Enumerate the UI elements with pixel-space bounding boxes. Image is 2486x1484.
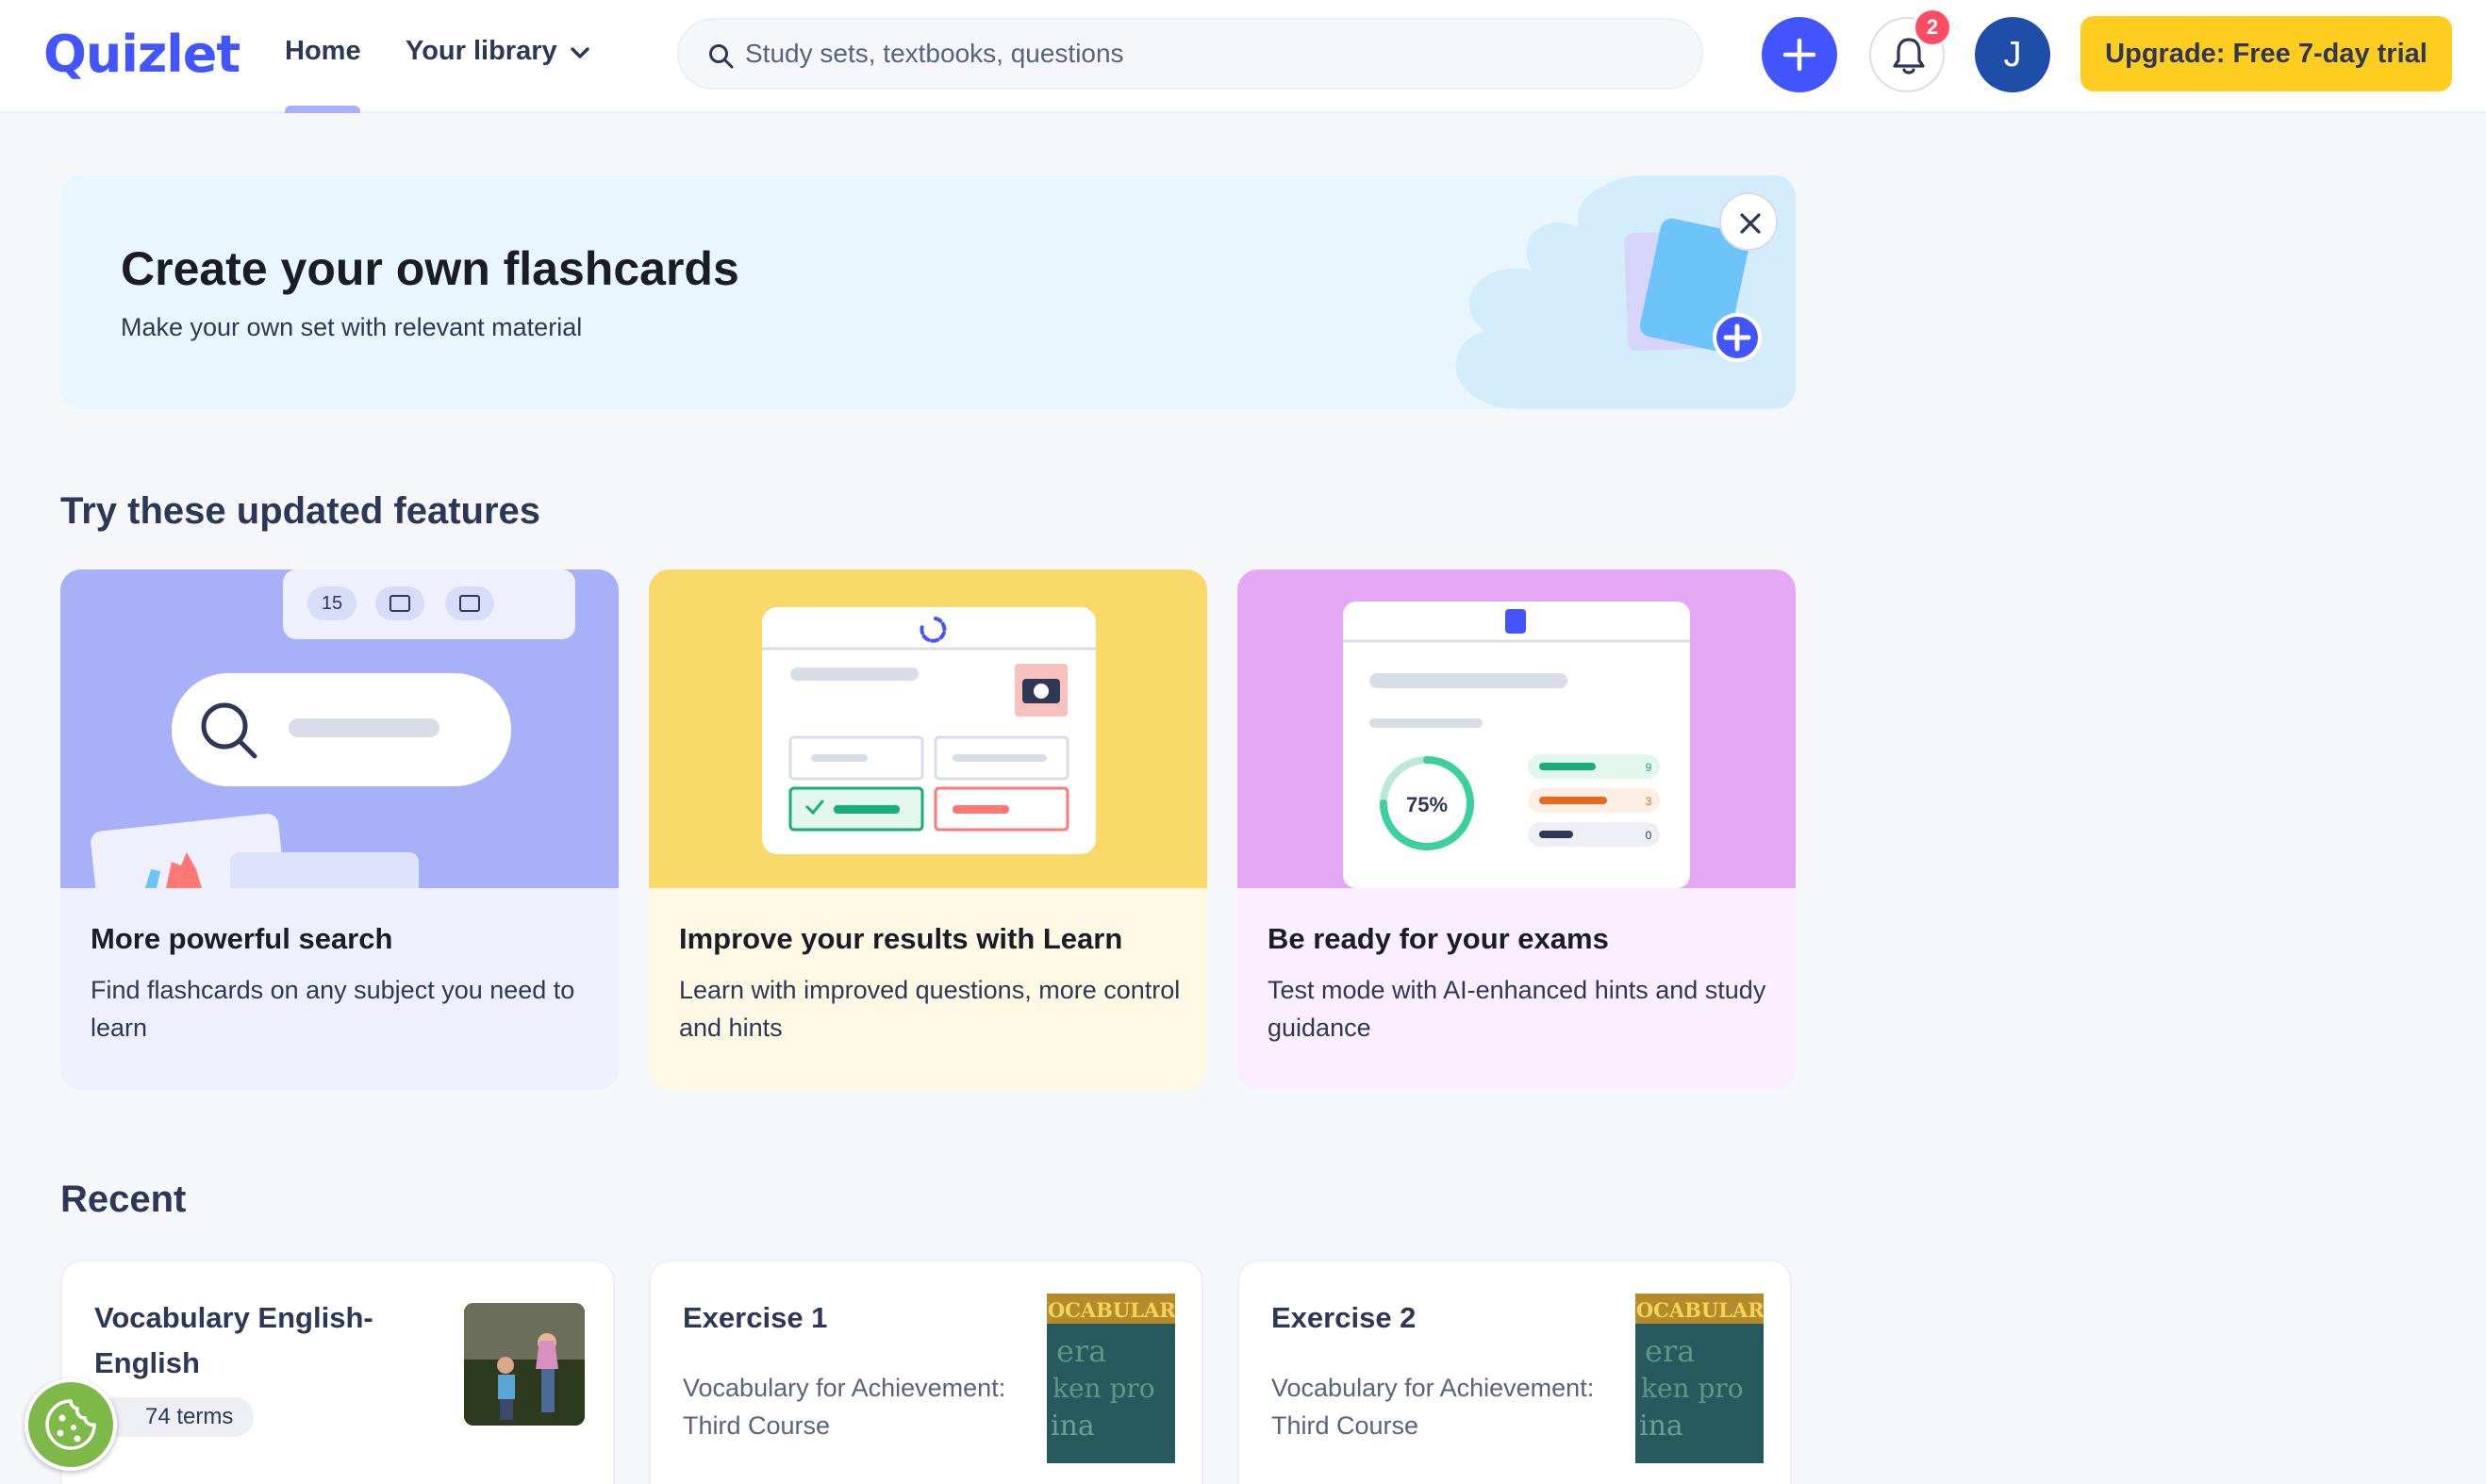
search-feature-illustration: 15 [60, 569, 619, 888]
promo-subtitle: Make your own set with relevant material [121, 313, 583, 341]
set-title: Vocabulary English-English [94, 1301, 373, 1379]
exam-stat-skipped: 0 [1646, 829, 1652, 842]
create-flashcards-banner[interactable]: Create your own flashcards Make your own… [60, 175, 1796, 409]
recent-set-card[interactable]: Exercise 2 Vocabulary for Achievement: T… [1237, 1260, 1792, 1484]
feature-card-exams[interactable]: 75% 9 3 0 Be ready for your exams Test m… [1237, 569, 1796, 1090]
nav-home-link[interactable]: Home [285, 36, 361, 67]
user-avatar[interactable]: J [1975, 17, 2050, 92]
feature-card-search[interactable]: 15 More powerful search Find flashcards … [60, 569, 619, 1090]
nav-your-library-link[interactable]: Your library [406, 36, 557, 67]
promo-title: Create your own flashcards [121, 242, 739, 295]
cookie-icon [45, 1399, 96, 1450]
close-banner-button[interactable] [1719, 192, 1778, 251]
terms-count-badge: 74 terms [94, 1397, 255, 1437]
feature-title: Improve your results with Learn [679, 922, 1123, 955]
feature-title: Be ready for your exams [1268, 922, 1609, 955]
top-navigation: Quizlet Home Your library 2 J Upgrade: F… [0, 0, 2486, 113]
svg-text:era: era [1056, 1333, 1106, 1369]
svg-text:ken pro: ken pro [1052, 1373, 1155, 1404]
set-thumbnail-photo [464, 1303, 585, 1426]
features-section-title: Try these updated features [60, 490, 541, 532]
search-input[interactable] [745, 33, 1650, 74]
feature-description: Learn with improved questions, more cont… [679, 976, 1181, 1042]
feature-description: Find flashcards on any subject you need … [91, 976, 575, 1042]
nav-home-active-indicator [285, 106, 360, 113]
search-icon [709, 44, 734, 69]
notification-count-badge: 2 [1913, 8, 1952, 47]
search-bar[interactable] [677, 18, 1703, 90]
recent-set-card[interactable]: Exercise 1 Vocabulary for Achievement: T… [649, 1260, 1203, 1484]
textbook-cover-image: VOCABULARY era ken pro ina [1047, 1294, 1175, 1463]
exam-stat-correct: 9 [1646, 761, 1652, 774]
svg-text:ken pro: ken pro [1641, 1373, 1744, 1404]
svg-text:era: era [1645, 1333, 1695, 1369]
feature-description: Test mode with AI-enhanced hints and stu… [1268, 976, 1766, 1042]
feature-card-learn[interactable]: Improve your results with Learn Learn wi… [649, 569, 1207, 1090]
search-art-counter: 15 [322, 593, 342, 614]
close-icon [1740, 213, 1761, 234]
create-button[interactable] [1762, 17, 1837, 92]
recent-section-title: Recent [60, 1179, 187, 1220]
upgrade-button[interactable]: Upgrade: Free 7-day trial [2080, 16, 2452, 91]
feature-title: More powerful search [91, 922, 393, 955]
set-source: Vocabulary for Achievement: Third Course [683, 1374, 1006, 1440]
svg-text:ina: ina [1639, 1410, 1683, 1443]
recent-set-card[interactable]: Vocabulary English-English 74 terms [60, 1260, 615, 1484]
test-feature-illustration: 75% 9 3 0 [1237, 569, 1796, 888]
quizlet-logo[interactable]: Quizlet [43, 25, 240, 84]
set-title: Exercise 2 [1271, 1301, 1417, 1334]
book-cover-title: VOCABULARY [1635, 1298, 1764, 1322]
svg-text:ina: ina [1051, 1410, 1095, 1443]
chevron-down-icon[interactable] [566, 42, 594, 63]
plus-icon [1782, 38, 1816, 72]
learn-feature-illustration [649, 569, 1207, 888]
set-title: Exercise 1 [683, 1301, 828, 1334]
exam-stat-incorrect: 3 [1646, 795, 1652, 808]
textbook-cover-image: VOCABULARY era ken pro ina [1635, 1294, 1764, 1463]
exam-score-text: 75% [1406, 793, 1448, 816]
set-source: Vocabulary for Achievement: Third Course [1271, 1374, 1595, 1440]
cookie-settings-button[interactable] [25, 1378, 117, 1471]
book-cover-title: VOCABULARY [1047, 1298, 1175, 1322]
